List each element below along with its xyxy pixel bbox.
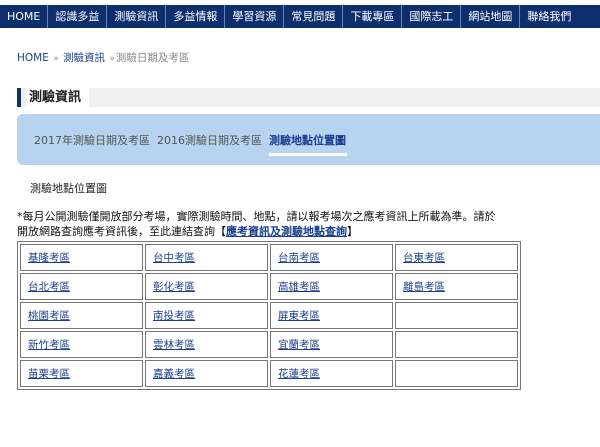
table-cell-empty	[395, 302, 518, 329]
section-title: 測驗資訊	[27, 88, 90, 107]
nav-item-faq[interactable]: 常見問題	[284, 5, 344, 28]
table-cell: 彰化考區	[145, 273, 268, 300]
nav-item-volunteers[interactable]: 國際志工	[402, 5, 462, 28]
notice-line-2: 開放網路查詢應考資訊後，至此連結查詢【	[17, 225, 226, 238]
area-link[interactable]: 花蓮考區	[278, 368, 320, 380]
table-cell: 花蓮考區	[270, 360, 393, 387]
area-link[interactable]: 宜蘭考區	[278, 339, 320, 351]
area-link[interactable]: 台南考區	[278, 252, 320, 264]
table-row: 桃園考區 南投考區 屏東考區	[20, 302, 518, 329]
table-cell: 台東考區	[395, 244, 518, 271]
table-row: 新竹考區 雲林考區 宜蘭考區	[20, 331, 518, 358]
area-link[interactable]: 屏東考區	[278, 310, 320, 322]
area-link[interactable]: 台中考區	[153, 252, 195, 264]
section-header-accent	[17, 88, 21, 107]
table-row: 台北考區 彰化考區 高雄考區 離島考區	[20, 273, 518, 300]
page-subheading: 測驗地點位置圖	[30, 182, 107, 195]
table-cell: 台南考區	[270, 244, 393, 271]
area-link[interactable]: 南投考區	[153, 310, 195, 322]
area-link[interactable]: 彰化考區	[153, 281, 195, 293]
breadcrumb-home-link[interactable]: HOME	[17, 52, 49, 64]
area-link[interactable]: 嘉義考區	[153, 368, 195, 380]
table-cell: 新竹考區	[20, 331, 143, 358]
exam-area-table: 基隆考區 台中考區 台南考區 台東考區 台北考區 彰化考區 高雄考區 離島考區 …	[17, 241, 521, 390]
table-row: 基隆考區 台中考區 台南考區 台東考區	[20, 244, 518, 271]
area-link[interactable]: 基隆考區	[28, 252, 70, 264]
table-row: 苗栗考區 嘉義考區 花蓮考區	[20, 360, 518, 387]
table-cell: 宜蘭考區	[270, 331, 393, 358]
breadcrumb-section-link[interactable]: 測驗資訊	[63, 52, 105, 64]
nav-item-home[interactable]: HOME	[0, 5, 49, 28]
table-cell: 基隆考區	[20, 244, 143, 271]
breadcrumb: HOME » 測驗資訊 »測驗日期及考區	[17, 50, 189, 65]
nav-item-downloads[interactable]: 下載專區	[343, 5, 403, 28]
tabs-panel: 2017年測驗日期及考區 2016測驗日期及考區 測驗地點位置圖	[17, 114, 600, 165]
tab-2017-dates[interactable]: 2017年測驗日期及考區	[34, 132, 150, 148]
table-cell: 台中考區	[145, 244, 268, 271]
area-link[interactable]: 桃園考區	[28, 310, 70, 322]
table-cell: 離島考區	[395, 273, 518, 300]
area-link[interactable]: 高雄考區	[278, 281, 320, 293]
tab-location-map[interactable]: 測驗地點位置圖	[269, 132, 346, 148]
section-header: 測驗資訊	[17, 88, 600, 107]
nav-item-learning-resources[interactable]: 學習資源	[225, 5, 285, 28]
nav-item-sitemap[interactable]: 網站地圖	[461, 5, 521, 28]
table-cell-empty	[395, 331, 518, 358]
nav-item-about-toeic[interactable]: 認識多益	[48, 5, 108, 28]
table-cell: 屏東考區	[270, 302, 393, 329]
nav-item-test-info[interactable]: 測驗資訊	[107, 5, 167, 28]
table-cell: 苗栗考區	[20, 360, 143, 387]
notice-line-1: *每月公開測驗僅開放部分考場，實際測驗時間、地點，請以報考場次之應考資訊上所載為…	[17, 210, 496, 223]
breadcrumb-separator: »	[53, 54, 59, 64]
top-navigation: HOME 認識多益 測驗資訊 多益情報 學習資源 常見問題 下載專區 國際志工 …	[0, 5, 600, 28]
exam-info-query-link[interactable]: 應考資訊及測驗地點查詢	[226, 225, 347, 238]
area-link[interactable]: 台東考區	[403, 252, 445, 264]
table-cell: 南投考區	[145, 302, 268, 329]
nav-item-toeic-news[interactable]: 多益情報	[166, 5, 226, 28]
area-link[interactable]: 台北考區	[28, 281, 70, 293]
notice-text: *每月公開測驗僅開放部分考場，實際測驗時間、地點，請以報考場次之應考資訊上所載為…	[17, 209, 517, 239]
breadcrumb-separator: »	[109, 54, 115, 64]
area-link[interactable]: 雲林考區	[153, 339, 195, 351]
area-link[interactable]: 離島考區	[403, 281, 445, 293]
notice-bracket-close: 】	[347, 225, 358, 238]
table-cell: 雲林考區	[145, 331, 268, 358]
nav-item-contact[interactable]: 聯絡我們	[520, 5, 578, 28]
table-cell-empty	[395, 360, 518, 387]
breadcrumb-current: 測驗日期及考區	[115, 52, 190, 64]
active-tab-indicator	[269, 153, 347, 156]
tab-2016-dates[interactable]: 2016測驗日期及考區	[157, 132, 262, 148]
table-cell: 嘉義考區	[145, 360, 268, 387]
table-cell: 台北考區	[20, 273, 143, 300]
table-cell: 桃園考區	[20, 302, 143, 329]
area-link[interactable]: 苗栗考區	[28, 368, 70, 380]
area-link[interactable]: 新竹考區	[28, 339, 70, 351]
table-cell: 高雄考區	[270, 273, 393, 300]
